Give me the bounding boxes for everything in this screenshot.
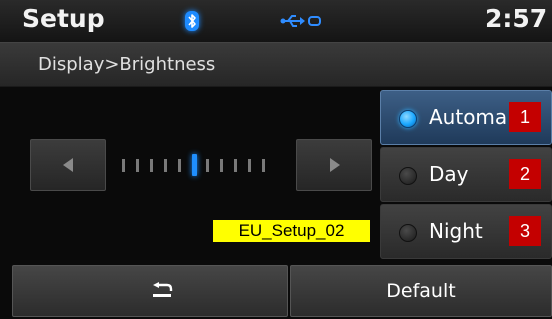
brightness-increase-button[interactable] <box>296 139 372 191</box>
brightness-tick <box>164 159 167 172</box>
option-badge: 1 <box>509 102 541 132</box>
brightness-tick <box>220 159 223 172</box>
screen-id-label: EU_Setup_02 <box>213 220 370 242</box>
brightness-tick <box>178 159 181 172</box>
bluetooth-icon <box>185 11 199 31</box>
option-badge: 3 <box>509 216 541 246</box>
screen-title: Setup <box>22 4 105 33</box>
brightness-slider[interactable] <box>112 139 290 191</box>
brightness-tick <box>206 159 209 172</box>
clock: 2:57 <box>485 4 548 33</box>
arrow-left-icon <box>63 158 73 172</box>
option-label: Automa <box>429 105 508 129</box>
brightness-tick <box>150 159 153 172</box>
breadcrumb: Display>Brightness <box>38 54 216 75</box>
brightness-panel: EU_Setup_02 <box>0 87 378 263</box>
option-badge: 2 <box>509 159 541 189</box>
option-night[interactable]: Night 3 <box>380 204 552 259</box>
back-arrow-icon <box>151 282 173 304</box>
breadcrumb-bar: Display>Brightness <box>0 43 552 87</box>
brightness-level-indicator <box>192 154 197 176</box>
option-label: Day <box>429 162 469 186</box>
radio-icon <box>399 167 417 185</box>
option-day[interactable]: Day 2 <box>380 147 552 202</box>
brightness-tick <box>248 159 251 172</box>
brightness-mode-options: Automa 1 Day 2 Night 3 <box>378 87 552 263</box>
brightness-tick <box>136 159 139 172</box>
bottom-bar: Default <box>0 263 552 319</box>
brightness-tick <box>262 159 265 172</box>
arrow-right-icon <box>330 158 340 172</box>
status-bar: Setup 2:57 <box>0 0 552 43</box>
setup-screen: Setup 2:57 Display>Brightness EU_Setup_0… <box>0 0 552 319</box>
default-button-label: Default <box>386 280 456 302</box>
brightness-decrease-button[interactable] <box>30 139 106 191</box>
usb-icon <box>280 12 324 34</box>
default-button[interactable]: Default <box>290 265 552 317</box>
radio-icon <box>399 224 417 242</box>
radio-icon <box>399 110 417 128</box>
brightness-tick <box>234 159 237 172</box>
option-label: Night <box>429 219 483 243</box>
option-automatic[interactable]: Automa 1 <box>380 90 552 145</box>
back-button[interactable] <box>12 265 288 317</box>
brightness-tick <box>122 159 125 172</box>
